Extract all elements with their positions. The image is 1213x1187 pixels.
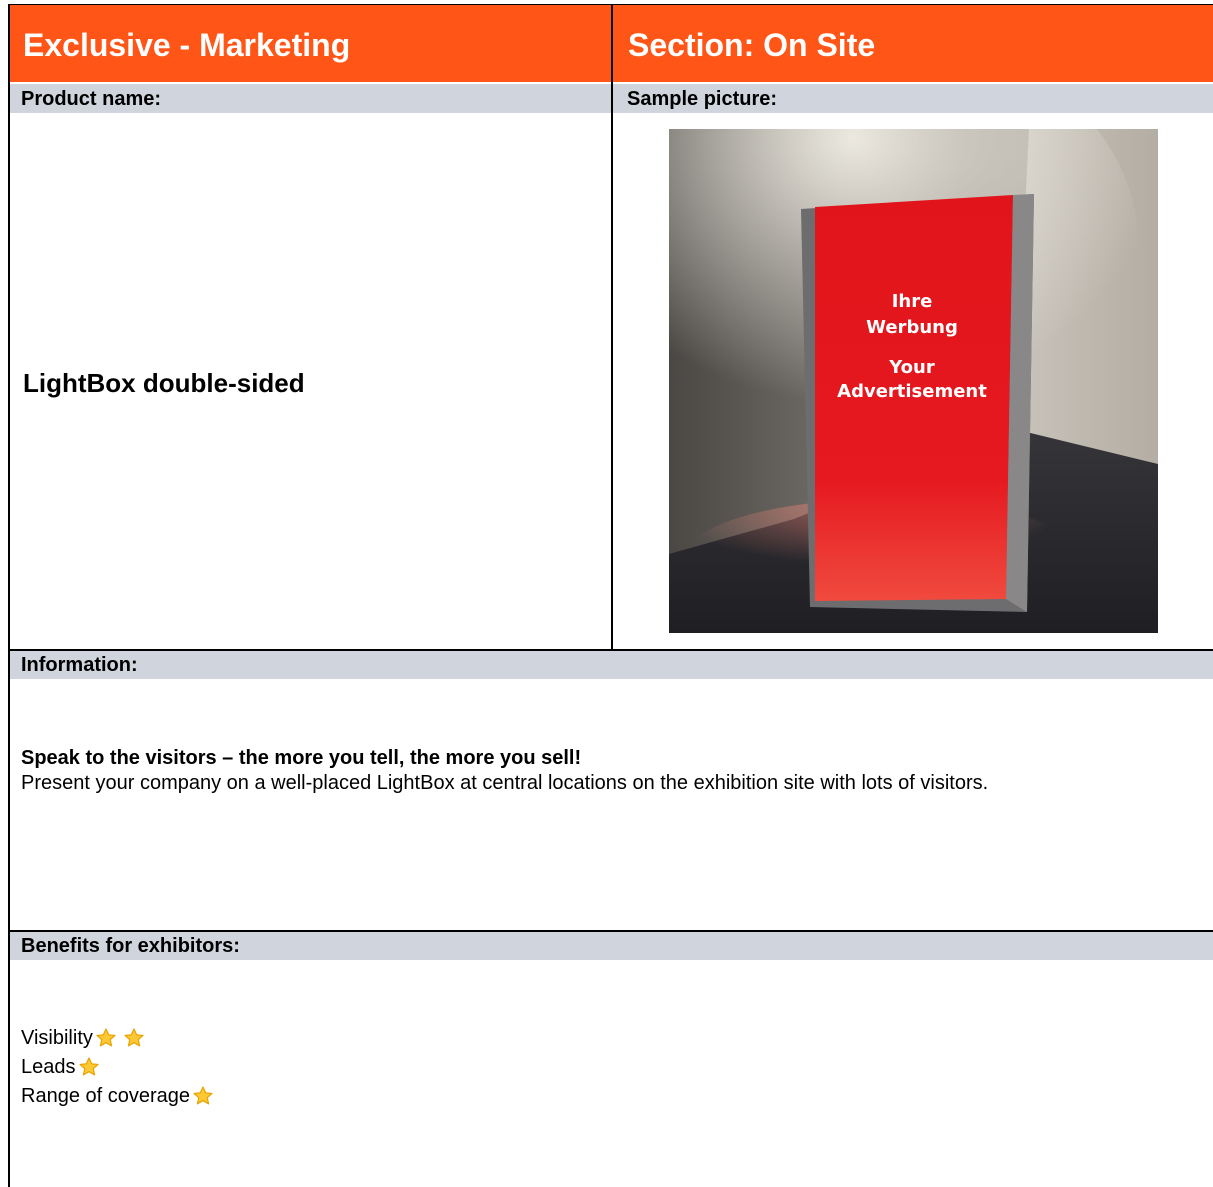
sample-picture: Ihre Werbung Your Advertisement <box>669 129 1158 633</box>
star-icon <box>193 1086 213 1105</box>
star-icon <box>78 1057 99 1076</box>
benefit-range-of-coverage: Range of coverage <box>21 1081 220 1111</box>
information-label: Information: <box>21 654 138 676</box>
benefit-stars <box>78 1056 106 1078</box>
benefit-label: Visibility <box>21 1026 93 1049</box>
sign-text-en-1: Your <box>888 357 935 378</box>
benefit-label: Range of coverage <box>21 1084 191 1107</box>
benefits-label-bar: Benefits for exhibitors: <box>9 931 1213 960</box>
sign-text-en-2: Advertisement <box>837 381 987 402</box>
benefit-stars <box>192 1085 220 1107</box>
header-left: Exclusive - Marketing <box>9 4 612 82</box>
header-right: Section: On Site <box>612 4 1213 82</box>
information-heading: Speak to the visitors – the more you tel… <box>21 747 582 769</box>
benefit-leads: Leads <box>21 1052 106 1082</box>
star-icon <box>124 1028 144 1047</box>
star-icon <box>96 1028 116 1047</box>
sample-picture-label-bar: Sample picture: <box>612 84 1213 113</box>
table-border-left <box>8 4 10 1187</box>
benefits-label: Benefits for exhibitors: <box>21 935 240 957</box>
benefit-label: Leads <box>21 1055 76 1078</box>
sign-text-de-2: Werbung <box>866 317 958 338</box>
table-border-middle <box>611 4 613 650</box>
product-sheet: Exclusive - Marketing Section: On Site P… <box>0 0 1213 1187</box>
header-right-title: Section: On Site <box>628 27 876 63</box>
product-name-label-bar: Product name: <box>9 84 612 113</box>
sample-picture-label: Sample picture: <box>627 88 778 110</box>
table-border-info <box>8 649 1213 651</box>
information-label-bar: Information: <box>9 650 1213 679</box>
information-text: Present your company on a well-placed Li… <box>21 772 989 794</box>
benefit-stars <box>95 1027 151 1049</box>
header-left-title: Exclusive - Marketing <box>23 27 351 63</box>
product-name-label: Product name: <box>21 88 162 110</box>
product-name: LightBox double-sided <box>23 368 305 398</box>
table-border-benefits <box>8 930 1213 932</box>
benefit-visibility: Visibility <box>21 1023 151 1053</box>
sign-text-de-1: Ihre <box>892 291 933 312</box>
